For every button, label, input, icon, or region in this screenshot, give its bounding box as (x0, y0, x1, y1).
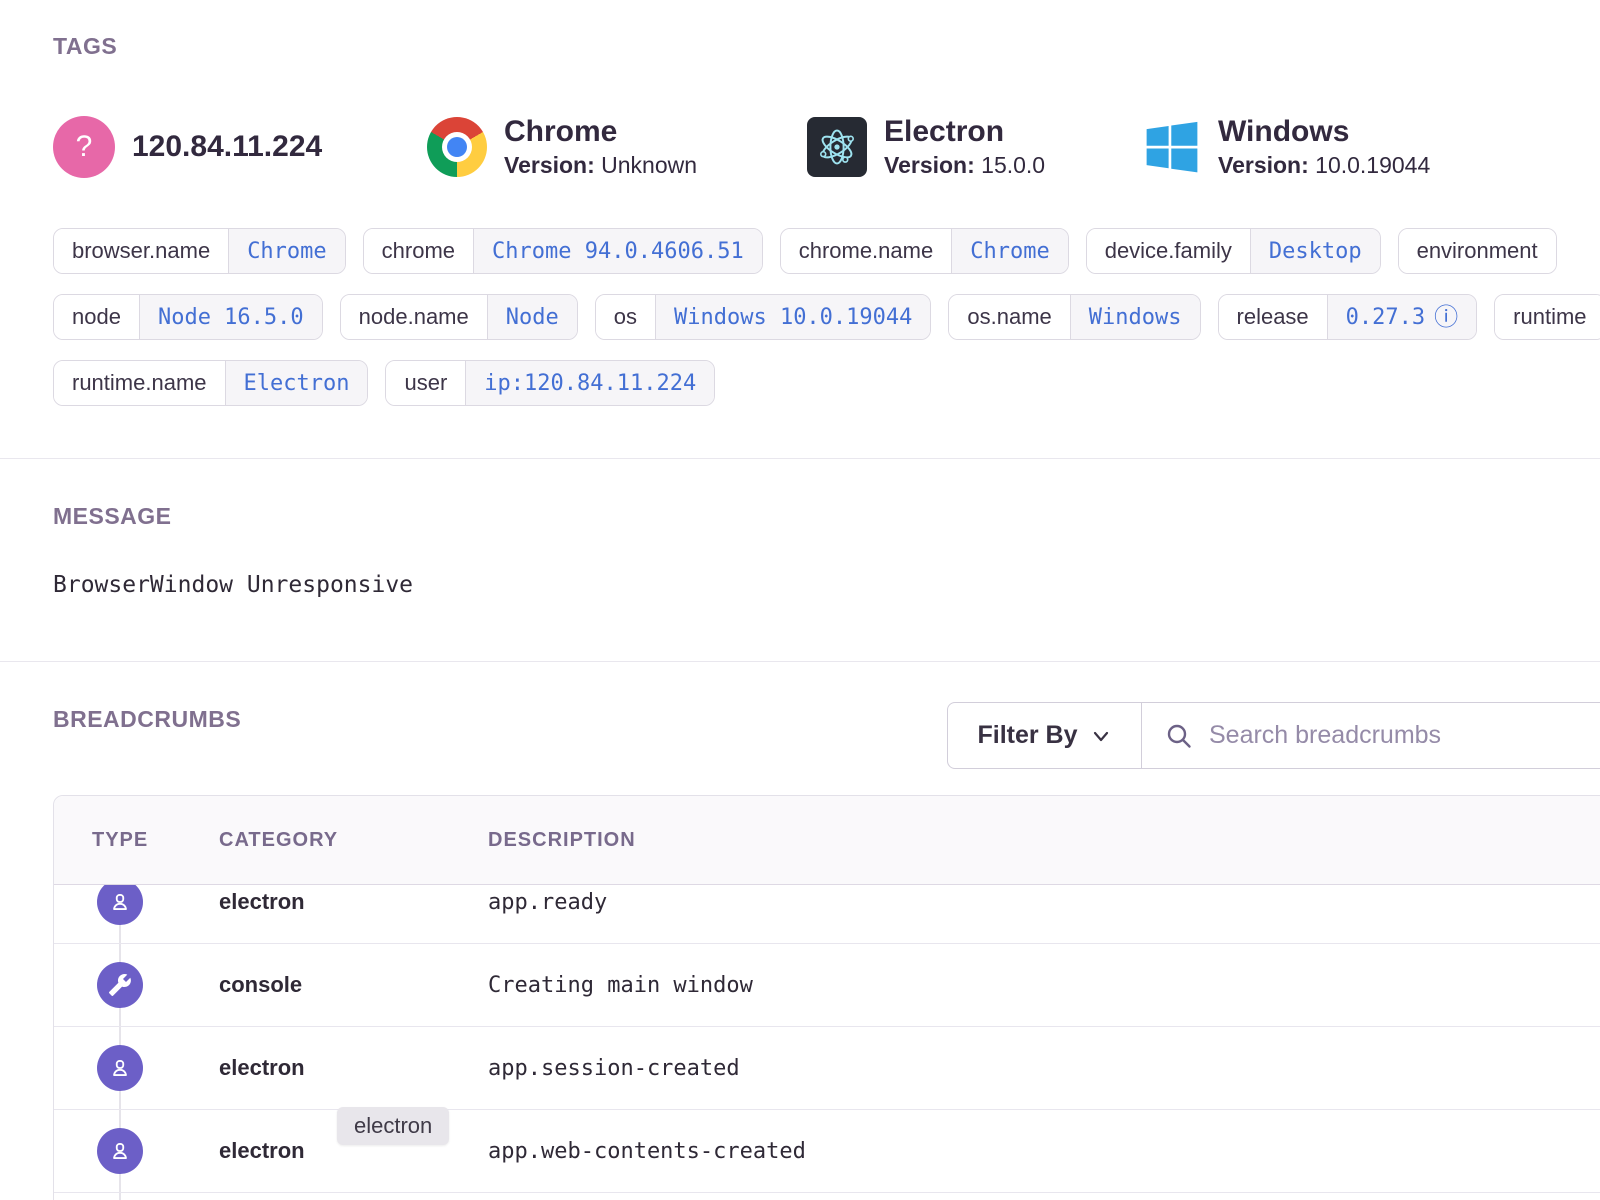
search-breadcrumbs-input[interactable] (1207, 720, 1600, 751)
tag-key: runtime.name (54, 361, 225, 405)
breadcrumbs-filter-bar: Filter By (947, 702, 1600, 769)
tags-heading: TAGS (53, 33, 117, 60)
message-text: BrowserWindow Unresponsive (53, 572, 413, 598)
breadcrumb-description: app.web-contents-created (488, 1139, 1600, 1164)
column-header-description: DESCRIPTION (488, 829, 1600, 852)
breadcrumb-row: electron app.session-created (54, 1026, 1600, 1109)
tag-pill-runtime-name: runtime.name Electron (53, 360, 368, 406)
breadcrumbs-search (1142, 703, 1600, 768)
tag-pill-environment: environment (1398, 228, 1557, 274)
tag-pill-chrome-name: chrome.name Chrome (780, 228, 1069, 274)
breadcrumb-description: app.session-created (488, 1056, 1600, 1081)
electron-icon (807, 117, 867, 177)
tag-pill-row: browser.name Chrome chrome Chrome 94.0.4… (53, 228, 1600, 274)
tag-key: os (596, 295, 655, 339)
info-icon[interactable]: ⓘ (1434, 305, 1458, 329)
tag-value-link[interactable]: Desktop (1250, 229, 1380, 273)
tag-value-link[interactable]: Chrome 94.0.4606.51 (473, 229, 762, 273)
message-heading: MESSAGE (53, 503, 172, 530)
breadcrumb-description: Creating main window (488, 973, 1600, 998)
user-icon (97, 879, 143, 925)
tag-key: browser.name (54, 229, 228, 273)
tag-key: runtime (1495, 295, 1600, 339)
runtime-version: Version: 15.0.0 (884, 152, 1045, 179)
os-version: Version: 10.0.19044 (1218, 152, 1430, 179)
tag-summary-user: ? 120.84.11.224 (53, 115, 322, 179)
tag-pill-os-name: os.name Windows (948, 294, 1200, 340)
search-icon (1164, 721, 1194, 751)
tag-value-link[interactable]: Electron (225, 361, 368, 405)
breadcrumb-description: app.ready (488, 890, 1600, 915)
section-divider (0, 661, 1600, 662)
tag-pill-release: release 0.27.3ⓘ (1218, 294, 1478, 340)
event-detail-panel: TAGS ? 120.84.11.224 Chrome Version: Unk… (0, 0, 1600, 1200)
breadcrumb-row-partial (54, 1192, 1600, 1200)
tag-value-link[interactable]: Windows (1070, 295, 1200, 339)
column-header-category: CATEGORY (219, 829, 488, 852)
tag-pills: browser.name Chrome chrome Chrome 94.0.4… (53, 228, 1600, 426)
tag-pill-row: node Node 16.5.0 node.name Node os Windo… (53, 294, 1600, 340)
breadcrumbs-rows: electron app.ready console Creating main… (54, 861, 1600, 1200)
tag-key: release (1219, 295, 1327, 339)
tag-pill-row: runtime.name Electron user ip:120.84.11.… (53, 360, 1600, 406)
tag-key: os.name (949, 295, 1069, 339)
tag-pill-os: os Windows 10.0.19044 (595, 294, 932, 340)
tag-value-link[interactable]: 0.27.3ⓘ (1327, 295, 1476, 339)
category-tooltip: electron (337, 1107, 449, 1145)
question-avatar-icon: ? (53, 116, 115, 178)
tag-pill-node-name: node.name Node (340, 294, 578, 340)
breadcrumbs-table-header: TYPE CATEGORY DESCRIPTION (54, 796, 1600, 885)
tag-key: environment (1399, 229, 1556, 273)
tag-key: node (54, 295, 139, 339)
tag-summary-runtime: Electron Version: 15.0.0 (807, 115, 1045, 179)
tag-key: chrome (364, 229, 473, 273)
breadcrumb-row: console Creating main window (54, 943, 1600, 1026)
tag-pill-device-family: device.family Desktop (1086, 228, 1381, 274)
tag-key: node.name (341, 295, 487, 339)
tag-value-link[interactable]: Windows 10.0.19044 (655, 295, 930, 339)
wrench-icon (97, 962, 143, 1008)
runtime-title: Electron (884, 115, 1045, 149)
breadcrumb-category: electron (219, 889, 488, 915)
tags-summary: ? 120.84.11.224 Chrome Version: Unknown (0, 115, 1600, 179)
tag-value-link[interactable]: Node (487, 295, 577, 339)
tag-summary-browser: Chrome Version: Unknown (427, 115, 697, 179)
breadcrumbs-heading: BREADCRUMBS (53, 706, 241, 733)
filter-by-button[interactable]: Filter By (948, 703, 1142, 768)
breadcrumb-category: console (219, 972, 488, 998)
tag-pill-node: node Node 16.5.0 (53, 294, 323, 340)
browser-version: Version: Unknown (504, 152, 697, 179)
user-icon (97, 1045, 143, 1091)
user-ip-title: 120.84.11.224 (132, 130, 322, 164)
os-title: Windows (1218, 115, 1430, 149)
windows-icon (1143, 118, 1201, 176)
section-divider (0, 458, 1600, 459)
tag-key: chrome.name (781, 229, 952, 273)
breadcrumbs-table: TYPE CATEGORY DESCRIPTION electron app.r… (53, 795, 1600, 1200)
tag-value-link[interactable]: Chrome (951, 229, 1067, 273)
column-header-type: TYPE (54, 829, 219, 852)
tag-value-link[interactable]: Chrome (228, 229, 344, 273)
tag-pill-user: user ip:120.84.11.224 (385, 360, 715, 406)
tag-pill-browser-name: browser.name Chrome (53, 228, 346, 274)
browser-title: Chrome (504, 115, 697, 149)
tag-pill-chrome: chrome Chrome 94.0.4606.51 (363, 228, 763, 274)
breadcrumb-row: electron app.web-contents-created (54, 1109, 1600, 1192)
tag-summary-os: Windows Version: 10.0.19044 (1143, 115, 1430, 179)
tag-key: user (386, 361, 465, 405)
user-icon (97, 1128, 143, 1174)
chevron-down-icon (1090, 725, 1112, 747)
breadcrumb-category: electron (219, 1055, 488, 1081)
chrome-icon (427, 117, 487, 177)
tag-value-link[interactable]: ip:120.84.11.224 (465, 361, 714, 405)
tag-value-link[interactable]: Node 16.5.0 (139, 295, 322, 339)
tag-pill-runtime: runtime (1494, 294, 1600, 340)
tag-key: device.family (1087, 229, 1250, 273)
